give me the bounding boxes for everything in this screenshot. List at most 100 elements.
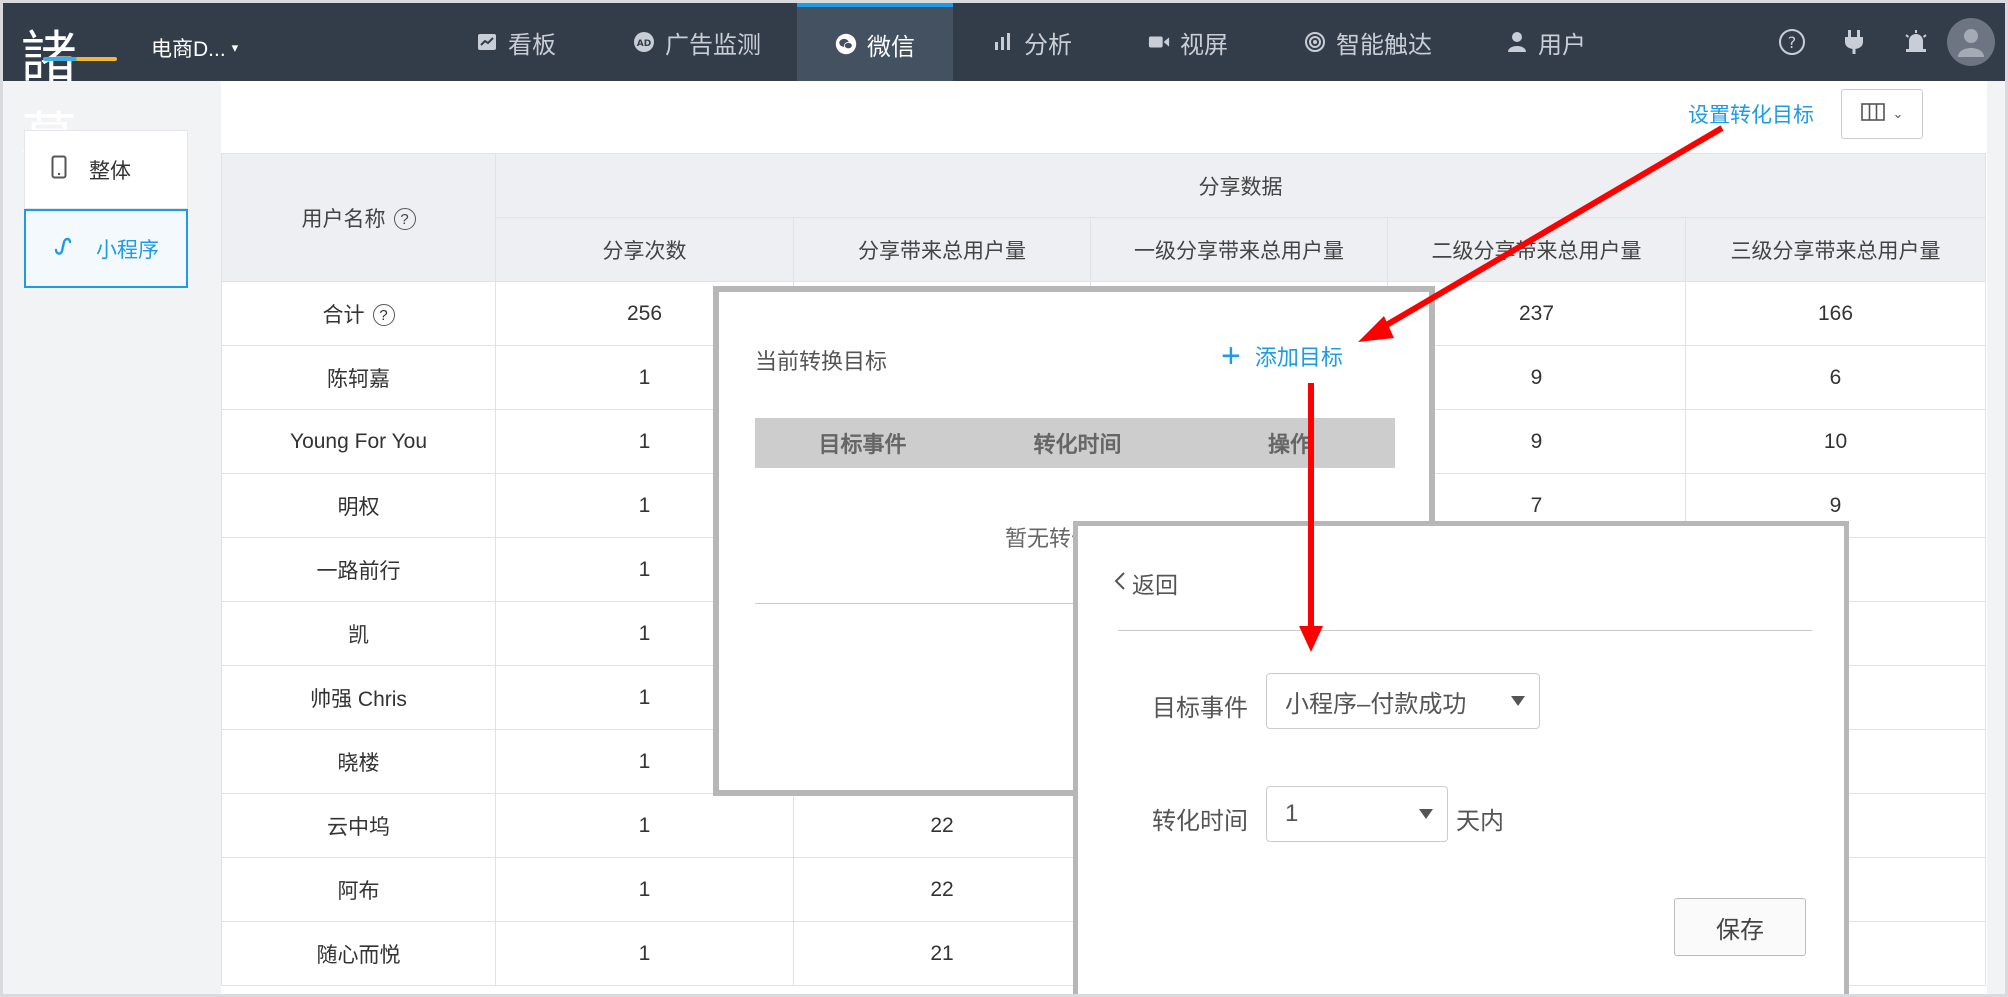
nav-label: 广告监测	[665, 31, 761, 59]
avatar[interactable]	[1947, 18, 1995, 66]
header-tools: ?	[1761, 3, 2005, 81]
goal-column-header: 目标事件	[818, 432, 907, 457]
goal-table-header: 目标事件 转化时间 操作	[755, 418, 1395, 468]
event-select[interactable]: 小程序–付款成功	[1266, 673, 1540, 729]
video-icon	[1148, 31, 1170, 53]
svg-text:AD: AD	[637, 39, 651, 49]
nav-wechat[interactable]: 微信	[797, 3, 953, 81]
nav-users[interactable]: 用户	[1471, 3, 1621, 81]
column-settings-button[interactable]: ⌄	[1841, 89, 1923, 139]
column-header-user-name[interactable]: 用户名称?	[221, 153, 496, 282]
plug-icon[interactable]	[1823, 3, 1885, 81]
project-name: 电商D...	[151, 38, 226, 61]
table-cell: 6	[1685, 345, 1986, 410]
add-goal-button[interactable]: + 添加目标	[1221, 337, 1343, 375]
sidebar-item-mini-program[interactable]: 小程序	[24, 209, 188, 288]
nav-label: 看板	[508, 31, 556, 59]
ad-icon: AD	[633, 31, 655, 53]
header-label: 用户名称	[301, 207, 386, 231]
question-icon[interactable]: ?	[393, 208, 416, 230]
nav-label: 分析	[1024, 31, 1072, 59]
wechat-icon	[835, 33, 857, 55]
app-window: 諸葛 电商D... ▾ 看板 AD 广告监测 微信 分析	[3, 3, 2005, 994]
add-goal-label: 添加目标	[1254, 345, 1343, 370]
chart-icon	[476, 31, 498, 53]
time-select[interactable]: 1	[1266, 786, 1448, 842]
nav-smart-reach[interactable]: 智能触达	[1265, 3, 1471, 81]
plus-icon: +	[1221, 337, 1241, 375]
back-button[interactable]: 返回	[1114, 566, 1178, 600]
column-header[interactable]: 分享带来总用户量	[793, 217, 1091, 282]
nav-video[interactable]: 视屏	[1111, 3, 1265, 81]
table-cell: 1	[495, 921, 794, 986]
user-name-cell: Young For You	[221, 409, 496, 474]
goal-column-header: 转化时间	[1033, 432, 1122, 457]
sidebar-item-overall[interactable]: 整体	[24, 130, 188, 209]
divider	[1118, 630, 1812, 631]
table-cell: 1	[495, 793, 794, 858]
table-cell: 1	[495, 857, 794, 922]
alarm-icon[interactable]	[1885, 3, 1947, 81]
user-name-cell: 云中坞	[221, 793, 496, 858]
group-header-share-data: 分享数据	[495, 153, 1986, 218]
chevron-down-icon: ▾	[231, 40, 239, 55]
user-name-cell: 陈轲嘉	[221, 345, 496, 410]
user-name-cell: 随心而悦	[221, 921, 496, 986]
bar-icon	[992, 31, 1014, 53]
table-cell: 22	[793, 793, 1091, 858]
nav-label: 用户	[1538, 31, 1586, 59]
user-name-cell: 合计?	[221, 281, 496, 346]
sidebar-item-label: 整体	[89, 159, 131, 183]
column-header[interactable]: 一级分享带来总用户量	[1090, 217, 1388, 282]
time-field-label: 转化时间	[1152, 808, 1248, 835]
columns-icon	[1860, 102, 1885, 126]
svg-text:?: ?	[1788, 33, 1797, 52]
caret-down-icon	[1419, 809, 1433, 819]
table-cell: 166	[1685, 281, 1986, 346]
user-name: 明权	[337, 495, 380, 519]
nav-ad-monitor[interactable]: AD 广告监测	[597, 3, 797, 81]
user-name-cell: 凯	[221, 601, 496, 666]
main-nav: 看板 AD 广告监测 微信 分析 视屏 智能触达 用户	[435, 3, 1621, 81]
caret-down-icon	[1511, 696, 1525, 706]
user-name-cell: 一路前行	[221, 537, 496, 602]
back-label: 返回	[1132, 572, 1178, 598]
question-icon[interactable]: ?	[372, 304, 395, 326]
target-icon	[1304, 31, 1326, 53]
user-name: 阿布	[337, 879, 380, 903]
table-cell: 21	[793, 921, 1091, 986]
help-icon[interactable]: ?	[1761, 3, 1823, 81]
user-name: 云中坞	[327, 815, 390, 839]
table-cell: 22	[793, 857, 1091, 922]
logo[interactable]: 諸葛	[17, 7, 117, 172]
column-header[interactable]: 三级分享带来总用户量	[1685, 217, 1986, 282]
popup-title: 当前转换目标	[755, 349, 888, 374]
user-name-cell: 晓楼	[221, 729, 496, 794]
column-header[interactable]: 分享次数	[495, 217, 794, 282]
user-name: 陈轲嘉	[327, 367, 390, 391]
user-name: 一路前行	[316, 559, 401, 583]
nav-analysis[interactable]: 分析	[953, 3, 1111, 81]
user-name: Young For You	[289, 429, 428, 453]
user-name: 晓楼	[337, 751, 380, 775]
logo-underline	[43, 57, 117, 61]
save-button[interactable]: 保存	[1674, 898, 1806, 956]
column-header[interactable]: 二级分享带来总用户量	[1387, 217, 1686, 282]
user-name-cell: 明权	[221, 473, 496, 538]
event-field-label: 目标事件	[1152, 695, 1248, 722]
mini-program-icon	[52, 235, 74, 263]
time-select-value: 1	[1285, 800, 1299, 827]
nav-dashboard[interactable]: 看板	[435, 3, 597, 81]
sidebar-item-label: 小程序	[96, 238, 159, 262]
phone-icon	[51, 155, 67, 185]
project-selector[interactable]: 电商D... ▾	[151, 33, 238, 63]
top-nav-bar: 諸葛 电商D... ▾ 看板 AD 广告监测 微信 分析	[3, 3, 2005, 172]
user-name-cell: 阿布	[221, 857, 496, 922]
table-cell: 10	[1685, 409, 1986, 474]
add-goal-popup: 返回 目标事件 小程序–付款成功 转化时间 1 天内 保存	[1073, 521, 1849, 994]
user-name: 随心而悦	[316, 943, 401, 967]
set-conversion-goal-link[interactable]: 设置转化目标	[1688, 99, 1814, 129]
time-suffix: 天内	[1456, 808, 1504, 835]
nav-label: 微信	[867, 33, 915, 61]
user-name: 凯	[348, 623, 369, 647]
